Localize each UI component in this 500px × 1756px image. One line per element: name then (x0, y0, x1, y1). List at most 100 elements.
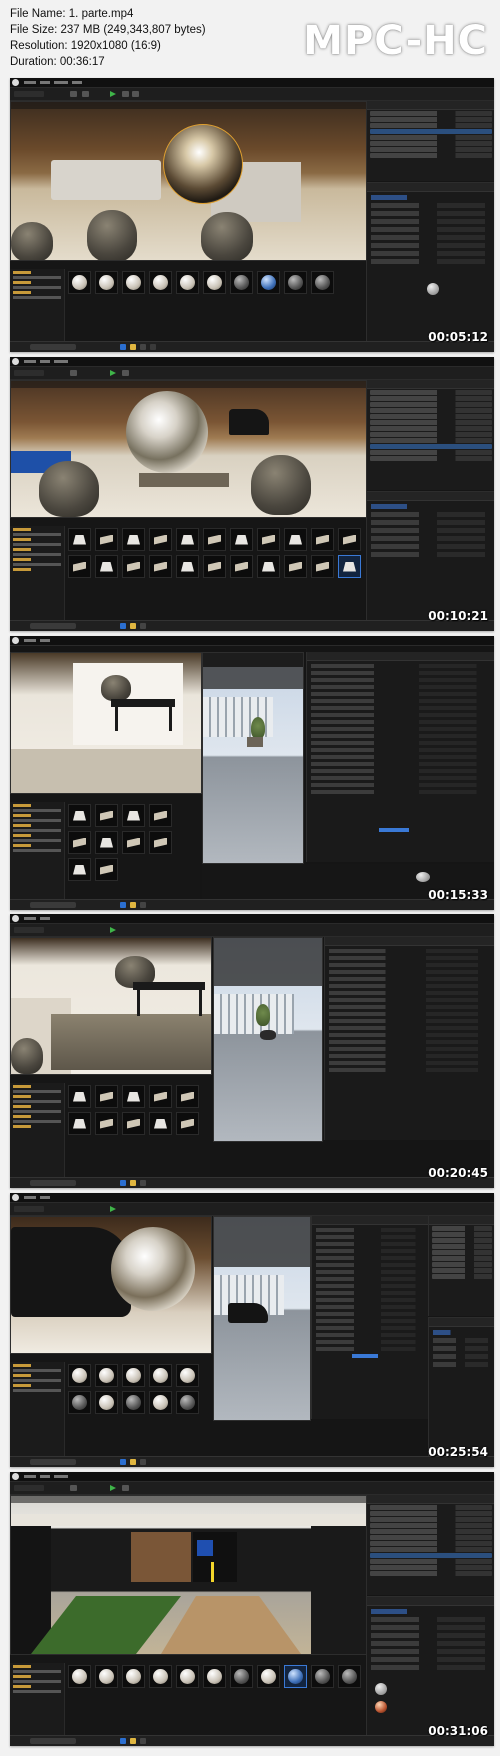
content-browser[interactable] (10, 260, 365, 343)
material-editor-panel[interactable] (213, 937, 323, 1142)
taskbar-search[interactable] (30, 344, 76, 350)
level-viewport[interactable] (10, 1495, 367, 1655)
taskbar-search[interactable] (30, 1180, 76, 1186)
play-icon[interactable] (110, 927, 116, 933)
content-browser[interactable] (10, 1074, 210, 1179)
unreal-logo-icon (12, 358, 19, 365)
content-browser[interactable] (10, 793, 200, 901)
asset-grid[interactable] (68, 1364, 206, 1454)
windows-taskbar (10, 1735, 494, 1746)
unreal-logo-icon (12, 79, 19, 86)
folder-tree[interactable] (10, 526, 65, 622)
asset-grid[interactable] (68, 1665, 361, 1733)
taskbar-search[interactable] (30, 902, 76, 908)
frame-timestamp: 00:05:12 (428, 330, 488, 344)
reflection-sphere (126, 391, 208, 473)
thumbnail-frame-1[interactable]: 00:05:12 (10, 78, 494, 352)
details-panel[interactable] (324, 937, 494, 1140)
world-outliner[interactable] (366, 380, 494, 490)
taskbar-search[interactable] (30, 1738, 76, 1744)
menu-bar (10, 1193, 494, 1203)
play-icon[interactable] (110, 1485, 116, 1491)
details-panel[interactable] (366, 1596, 494, 1737)
asset-grid[interactable] (68, 271, 361, 339)
unreal-logo-icon (12, 915, 19, 922)
resolution: Resolution: 1920x1080 (16:9) (10, 40, 161, 52)
mpc-hc-logo: MPC-HC (303, 18, 488, 64)
windows-taskbar (10, 1456, 494, 1467)
reflection-sphere (111, 1227, 195, 1311)
taskbar-search[interactable] (30, 623, 76, 629)
file-size: File Size: 237 MB (249,343,807 bytes) (10, 24, 206, 36)
windows-taskbar (10, 1177, 494, 1188)
play-icon[interactable] (110, 370, 116, 376)
folder-tree[interactable] (10, 1083, 65, 1179)
content-browser[interactable] (10, 517, 365, 622)
unreal-logo-icon (12, 1194, 19, 1201)
level-viewport[interactable] (10, 101, 367, 261)
folder-tree[interactable] (10, 1663, 65, 1737)
material-editor-panel[interactable] (213, 1216, 311, 1421)
thumbnail-frame-2[interactable]: 00:10:21 (10, 357, 494, 631)
level-viewport[interactable] (10, 652, 202, 794)
menu-bar (10, 914, 494, 924)
material-editor-panel[interactable] (202, 652, 304, 864)
details-panel[interactable] (306, 652, 494, 862)
thumbnail-frame-5[interactable]: 00:25:54 (10, 1193, 494, 1467)
piano (229, 409, 269, 435)
duration: Duration: 00:36:17 (10, 56, 105, 68)
world-outliner[interactable] (366, 1495, 494, 1595)
thumbnail-frame-6[interactable]: 00:31:06 (10, 1472, 494, 1746)
main-toolbar (10, 1203, 494, 1216)
thumbnail-frame-4[interactable]: 00:20:45 (10, 914, 494, 1188)
reflection-sphere (163, 124, 243, 204)
details-panel[interactable] (366, 491, 494, 622)
material-preview[interactable] (214, 1217, 310, 1420)
material-preview[interactable] (214, 938, 322, 1141)
world-outliner[interactable] (366, 101, 494, 181)
content-browser[interactable] (10, 1654, 365, 1737)
menu-bar (10, 357, 494, 367)
unreal-logo-icon (12, 637, 19, 644)
frame-timestamp: 00:31:06 (428, 1724, 488, 1738)
play-icon[interactable] (110, 1206, 116, 1212)
file-name: File Name: 1. parte.mp4 (10, 8, 134, 20)
thumbnail-frame-3[interactable]: 00:15:33 (10, 636, 494, 910)
windows-taskbar (10, 620, 494, 631)
material-preview[interactable] (203, 667, 303, 863)
content-browser[interactable] (10, 1353, 210, 1458)
frame-timestamp: 00:15:33 (428, 888, 488, 902)
viewport-toolbar (11, 381, 366, 388)
main-toolbar (10, 367, 494, 380)
asset-grid[interactable] (68, 528, 361, 618)
world-outliner[interactable] (428, 1216, 494, 1316)
menu-bar (10, 78, 494, 88)
menu-bar (10, 636, 494, 646)
main-toolbar (10, 1482, 494, 1495)
unreal-logo-icon (12, 1473, 19, 1480)
asset-grid[interactable] (68, 1085, 206, 1175)
folder-tree[interactable] (10, 269, 65, 343)
viewport-toolbar (11, 1496, 366, 1503)
windows-taskbar (10, 341, 494, 352)
viewport-toolbar (11, 102, 366, 109)
folder-tree[interactable] (10, 1362, 65, 1458)
level-details-panel[interactable] (428, 1317, 494, 1458)
taskbar-search[interactable] (30, 1459, 76, 1465)
frame-timestamp: 00:25:54 (428, 1445, 488, 1459)
frame-timestamp: 00:20:45 (428, 1166, 488, 1180)
windows-taskbar (10, 899, 494, 910)
details-panel[interactable] (311, 1216, 428, 1419)
details-panel[interactable] (366, 182, 494, 343)
asset-grid[interactable] (68, 804, 196, 897)
frame-timestamp: 00:10:21 (428, 609, 488, 623)
level-viewport[interactable] (10, 380, 367, 518)
main-toolbar (10, 88, 494, 101)
level-viewport[interactable] (10, 937, 212, 1075)
menu-bar (10, 1472, 494, 1482)
play-icon[interactable] (110, 91, 116, 97)
folder-tree[interactable] (10, 802, 65, 901)
file-info: File Name: 1. parte.mp4 File Size: 237 M… (10, 6, 206, 70)
main-toolbar (10, 924, 494, 937)
level-viewport[interactable] (10, 1216, 212, 1354)
